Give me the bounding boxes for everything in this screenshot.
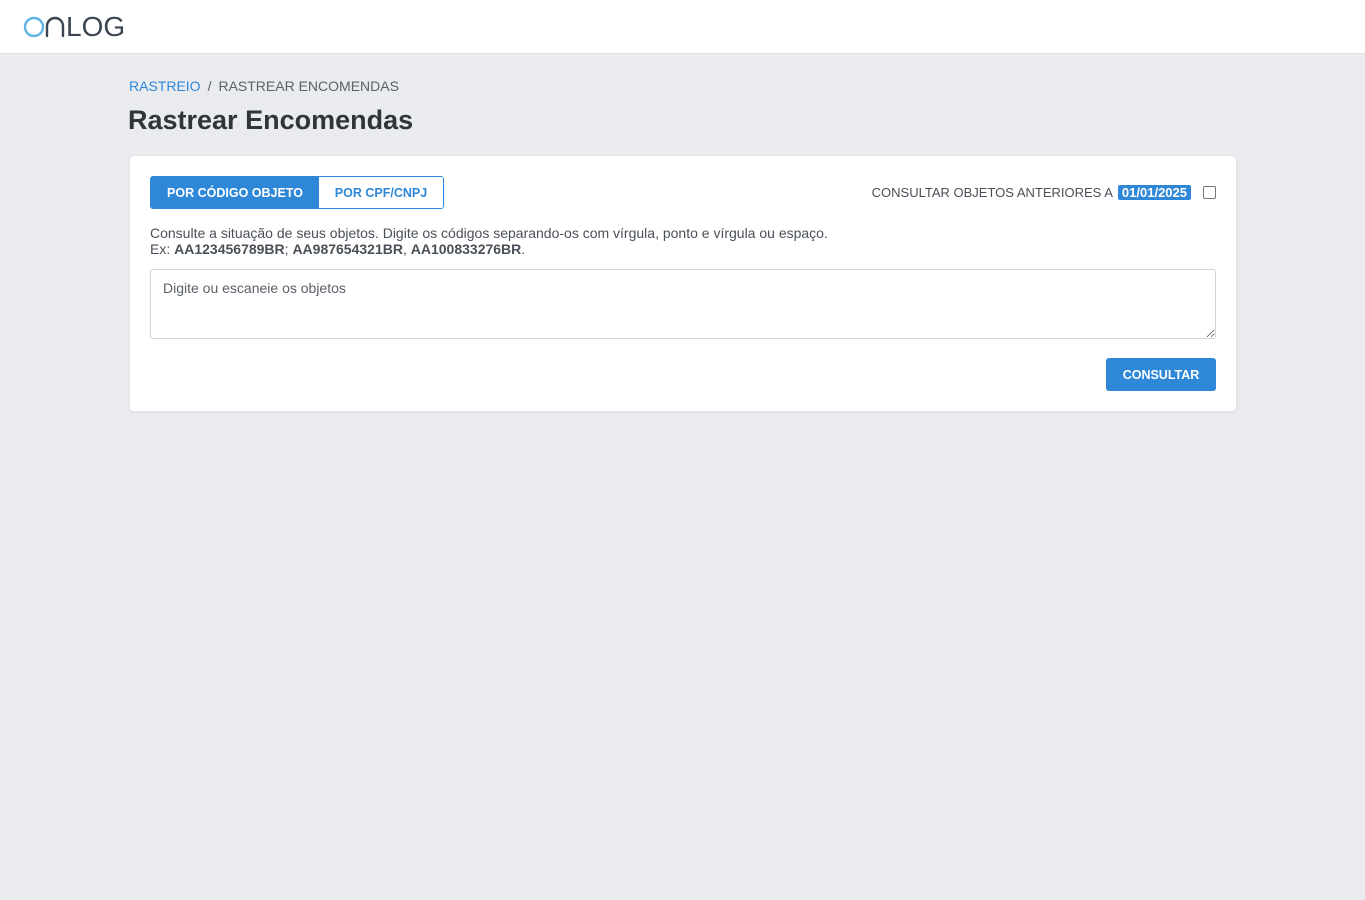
previous-objects-option[interactable]: CONSULTAR OBJETOS ANTERIORES A 01/01/202… [872, 185, 1216, 200]
example-code-2: AA987654321BR [292, 241, 403, 257]
previous-objects-checkbox[interactable] [1203, 186, 1216, 199]
tab-by-object-code[interactable]: POR CÓDIGO OBJETO [151, 177, 319, 208]
consult-button[interactable]: CONSULTAR [1106, 358, 1216, 391]
search-mode-tabs: POR CÓDIGO OBJETO POR CPF/CNPJ [150, 176, 444, 209]
top-bar: LOG [0, 0, 1365, 54]
breadcrumb-separator: / [207, 78, 212, 94]
example-code-1: AA123456789BR [174, 241, 285, 257]
breadcrumb: RASTREIO / RASTREAR ENCOMENDAS [129, 78, 399, 94]
previous-objects-date-badge: 01/01/2025 [1117, 185, 1191, 200]
page-title: Rastrear Encomendas [128, 105, 414, 135]
tracking-card: POR CÓDIGO OBJETO POR CPF/CNPJ CONSULTAR… [129, 155, 1237, 412]
onlog-logo[interactable]: LOG [23, 13, 129, 41]
tab-by-cpf-cnpj[interactable]: POR CPF/CNPJ [319, 177, 443, 208]
logo-text: LOG [66, 11, 126, 42]
breadcrumb-rastreio-link[interactable]: RASTREIO [129, 78, 201, 94]
breadcrumb-current: RASTREAR ENCOMENDAS [218, 78, 399, 94]
help-text: Consulte a situação de seus objetos. Dig… [150, 225, 828, 257]
help-instructions: Consulte a situação de seus objetos. Dig… [150, 225, 828, 241]
previous-objects-label: CONSULTAR OBJETOS ANTERIORES A [871, 185, 1113, 200]
example-code-3: AA100833276BR [410, 241, 522, 257]
tracking-codes-input[interactable] [150, 269, 1216, 339]
help-example: Ex: AA123456789BR; AA987654321BR, AA1008… [150, 241, 526, 257]
